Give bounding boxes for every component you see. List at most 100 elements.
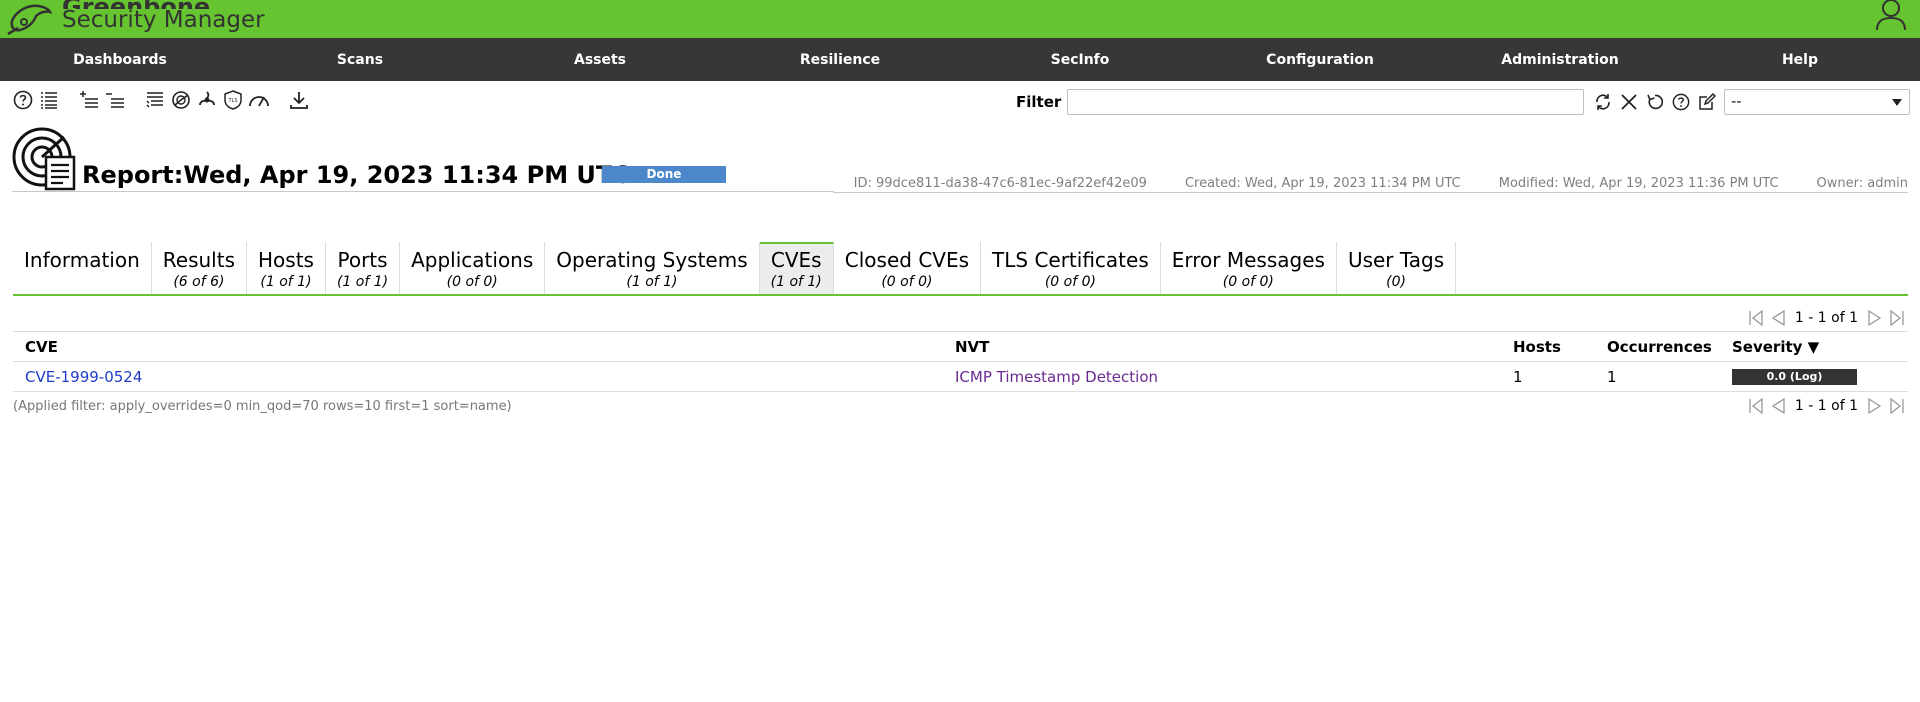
tab-tls-certificates[interactable]: TLS Certificates (0 of 0): [981, 242, 1161, 294]
last-page-icon[interactable]: [1886, 308, 1908, 328]
report-created: Created: Wed, Apr 19, 2023 11:34 PM UTC: [1184, 176, 1461, 191]
reset-filter-icon[interactable]: [1644, 91, 1666, 113]
tab-results[interactable]: Results (6 of 6): [152, 242, 247, 294]
brand-product: Security Manager: [62, 6, 265, 33]
nav-secinfo[interactable]: SecInfo: [960, 38, 1200, 81]
tab-count: (0 of 0): [1222, 274, 1274, 290]
first-page-icon[interactable]: [1745, 308, 1767, 328]
tab-count: (1 of 1): [626, 274, 678, 290]
user-icon[interactable]: [1874, 0, 1908, 34]
occurrences-count: 1: [1607, 367, 1617, 386]
report-header: Report:Wed, Apr 19, 2023 11:34 PM UTC Do…: [0, 121, 1920, 296]
col-severity[interactable]: Severity ▼: [1732, 338, 1908, 356]
list-icon[interactable]: [38, 89, 60, 111]
tab-ports[interactable]: Ports (1 of 1): [326, 242, 401, 294]
applied-filter-text: (Applied filter: apply_overrides=0 min_q…: [13, 399, 512, 414]
tab-label: TLS Certificates: [992, 248, 1149, 272]
next-page-icon[interactable]: [1864, 308, 1886, 328]
tab-user-tags[interactable]: User Tags (0): [1337, 242, 1457, 294]
tab-count: (6 of 6): [173, 274, 225, 290]
hosts-count: 1: [1513, 367, 1523, 386]
tab-label: Error Messages: [1171, 248, 1325, 272]
pager-text: 1 - 1 of 1: [1794, 310, 1858, 326]
report-tabs: Information Results (6 of 6) Hosts (1 of…: [13, 242, 1457, 294]
svg-text:TLS: TLS: [227, 98, 237, 104]
pagination-bottom: 1 - 1 of 1: [1745, 396, 1908, 416]
tabs-divider: [13, 294, 1908, 296]
tab-count: (1 of 1): [260, 274, 312, 290]
report-owner: Owner: admin: [1816, 176, 1908, 191]
performance-icon[interactable]: [248, 89, 270, 111]
app-header: Greenbone Security Manager: [0, 0, 1920, 38]
report-id: ID: 99dce811-da38-47c6-81ec-9af22ef42e09: [853, 176, 1147, 191]
col-occurrences[interactable]: Occurrences: [1607, 338, 1732, 356]
tab-label: Operating Systems: [556, 248, 748, 272]
task-icon[interactable]: [144, 89, 166, 111]
next-page-icon[interactable]: [1864, 396, 1886, 416]
nav-resilience[interactable]: Resilience: [720, 38, 960, 81]
nav-assets[interactable]: Assets: [480, 38, 720, 81]
tab-label: CVEs: [770, 248, 822, 272]
tab-cves[interactable]: CVEs (1 of 1): [759, 242, 834, 294]
previous-page-icon[interactable]: [1767, 308, 1789, 328]
report-meta: ID: 99dce811-da38-47c6-81ec-9af22ef42e09…: [816, 176, 1908, 191]
filter-input[interactable]: [1067, 89, 1585, 115]
tab-label: Results: [162, 248, 235, 272]
report-icon: [12, 127, 76, 191]
col-nvt[interactable]: NVT: [955, 338, 1513, 356]
vulnerabilities-icon[interactable]: [196, 89, 218, 111]
first-page-icon[interactable]: [1745, 396, 1767, 416]
add-to-assets-icon[interactable]: [78, 89, 100, 111]
tab-label: Applications: [411, 248, 534, 272]
nav-configuration[interactable]: Configuration: [1200, 38, 1440, 81]
status-badge: Done: [602, 166, 726, 183]
toolbar: TLS Filter --: [0, 81, 1920, 121]
tab-label: Closed CVEs: [844, 248, 970, 272]
remove-filter-icon[interactable]: [1618, 91, 1640, 113]
filter-label: Filter: [1016, 93, 1062, 111]
cve-link[interactable]: CVE-1999-0524: [25, 368, 142, 386]
tls-certificates-icon[interactable]: TLS: [222, 89, 244, 111]
last-page-icon[interactable]: [1886, 396, 1908, 416]
severity-bar: 0.0 (Log): [1732, 368, 1857, 385]
table-row: CVE-1999-0524 ICMP Timestamp Detection 1…: [13, 362, 1908, 392]
filter-select[interactable]: --: [1724, 89, 1911, 115]
previous-page-icon[interactable]: [1767, 396, 1789, 416]
tab-count: (0 of 0): [446, 274, 498, 290]
filter-help-icon[interactable]: [1670, 91, 1692, 113]
nav-administration[interactable]: Administration: [1440, 38, 1680, 81]
nav-scans[interactable]: Scans: [240, 38, 480, 81]
results-icon[interactable]: [170, 89, 192, 111]
filter-select-value: --: [1731, 94, 1742, 110]
greenbone-logo[interactable]: Greenbone Security Manager: [6, 0, 265, 38]
title-divider: [12, 191, 834, 192]
refresh-filter-icon[interactable]: [1592, 91, 1614, 113]
help-icon[interactable]: [12, 89, 34, 111]
page-title: Report:Wed, Apr 19, 2023 11:34 PM UTC: [82, 161, 630, 189]
greenbone-logo-icon: [7, 4, 53, 36]
table-header: CVE NVT Hosts Occurrences Severity ▼: [13, 331, 1908, 362]
tab-label: User Tags: [1347, 248, 1445, 272]
tab-applications[interactable]: Applications (0 of 0): [400, 242, 546, 294]
tab-error-messages[interactable]: Error Messages (0 of 0): [1161, 242, 1337, 294]
tab-count: (0 of 0): [1044, 274, 1096, 290]
meta-divider: [833, 192, 1908, 193]
tab-operating-systems[interactable]: Operating Systems (1 of 1): [545, 242, 760, 294]
tab-count: (1 of 1): [770, 274, 822, 290]
tab-label: Hosts: [258, 248, 314, 272]
col-cve[interactable]: CVE: [13, 338, 955, 356]
main-nav: Dashboards Scans Assets Resilience SecIn…: [0, 38, 1920, 81]
tab-information[interactable]: Information: [13, 242, 152, 294]
remove-from-assets-icon[interactable]: [104, 89, 126, 111]
col-hosts[interactable]: Hosts: [1513, 338, 1607, 356]
edit-filter-icon[interactable]: [1696, 91, 1718, 113]
tab-closed-cves[interactable]: Closed CVEs (0 of 0): [834, 242, 982, 294]
nav-help[interactable]: Help: [1680, 38, 1920, 81]
tab-label: Ports: [337, 248, 388, 272]
nav-dashboards[interactable]: Dashboards: [0, 38, 240, 81]
tab-count: (0): [1386, 274, 1406, 290]
nvt-link[interactable]: ICMP Timestamp Detection: [955, 368, 1158, 386]
tab-hosts[interactable]: Hosts (1 of 1): [247, 242, 326, 294]
download-icon[interactable]: [288, 89, 310, 111]
tab-count: (1 of 1): [336, 274, 389, 290]
